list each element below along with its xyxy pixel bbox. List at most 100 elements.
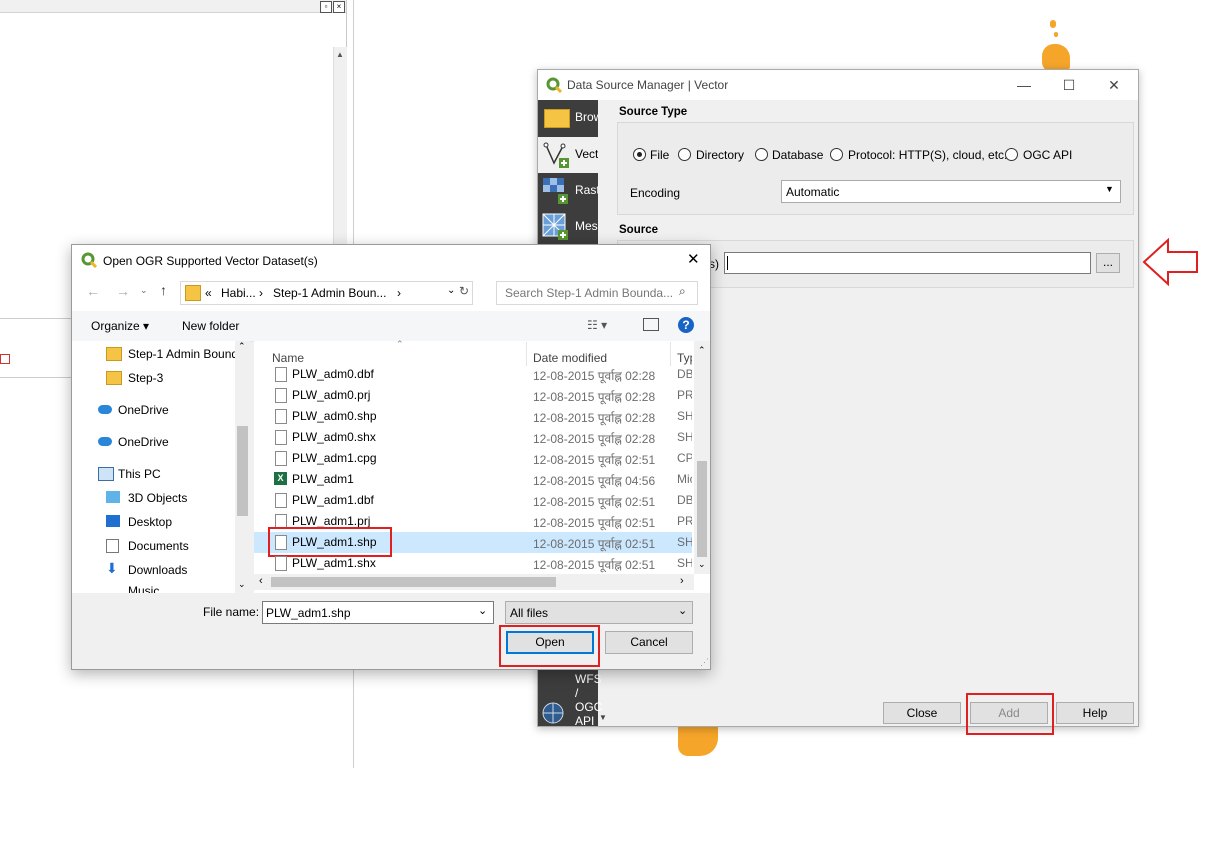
scroll-up-icon[interactable]: ⌃ [698,345,706,356]
nav-item-cut[interactable]: Music [128,584,168,593]
scroll-left-icon[interactable]: ‹ [259,575,263,587]
table-row[interactable]: PLW_adm1.shx 12-08-2015 पूर्वाह्न 02:51 SH… [254,553,692,574]
highlight-add [966,693,1054,735]
column-divider[interactable] [670,342,671,366]
refresh-icon[interactable]: ↻ [459,284,469,298]
filetype-select[interactable]: All files ⌄ [505,601,693,624]
file-date: 12-08-2015 पूर्वाह्न 02:28 [533,369,656,383]
resize-grip-icon[interactable]: ⋰ [700,657,709,668]
file-scrollbar-v[interactable]: ⌃ ⌄ [694,341,710,574]
radio-database-label: Database [772,148,824,162]
mesh-icon [542,213,568,240]
nav-item-label: Step-3 [128,371,164,385]
column-date[interactable]: Date modified [533,351,607,365]
encoding-label: Encoding [630,186,681,200]
annotation-arrow-icon [1142,238,1198,286]
table-row[interactable]: PLW_adm1.cpg 12-08-2015 पूर्वाह्न 02:51 CP… [254,448,692,469]
file-type: CPG [677,451,692,465]
back-icon[interactable]: ← [86,283,100,299]
column-name[interactable]: Name [272,351,304,365]
chevron-down-icon[interactable]: ⌄ [478,604,487,617]
radio-protocol[interactable] [830,148,843,161]
map-island [1054,32,1058,37]
radio-database[interactable] [755,148,768,161]
dialog-title: Open OGR Supported Vector Dataset(s) [103,254,318,268]
sidebar-item-browser[interactable]: Browser [538,100,598,136]
file-scrollbar-h[interactable]: ‹ › [254,574,694,590]
radio-directory[interactable] [678,148,691,161]
forward-icon[interactable]: → [116,283,130,299]
breadcrumb-part[interactable]: Step-1 Admin Boun... [273,286,386,300]
scroll-thumb[interactable] [237,426,248,516]
sidebar-scroll-down-icon[interactable]: ▼ [599,713,607,722]
file-type: SHP [677,409,692,423]
onedrive-icon [98,405,112,414]
radio-protocol-label: Protocol: HTTP(S), cloud, etc. [848,148,1008,162]
scroll-thumb[interactable] [697,461,707,557]
layer-icon [0,354,10,364]
open-file-dialog: Open OGR Supported Vector Dataset(s) ✕ ←… [71,244,711,670]
organize-button[interactable]: Organize ▾ [91,319,149,333]
column-divider[interactable] [526,342,527,366]
file-icon [275,556,287,571]
sidebar-item-mesh[interactable]: Mesh [538,209,598,245]
file-icon [275,430,287,445]
close-button[interactable]: Close [883,702,961,724]
sidebar-label: Mesh [575,219,598,233]
maximize-icon[interactable]: ☐ [1055,76,1083,94]
nav-item-label: Music [128,584,160,593]
view-options-icon[interactable]: ☷ ▾ [587,318,607,332]
desktop-icon [106,515,120,527]
close-icon[interactable]: ✕ [1100,76,1128,94]
cube-icon [106,491,120,503]
radio-file[interactable] [633,148,646,161]
scroll-thumb[interactable] [271,577,556,587]
recent-chevron-icon[interactable]: ⌄ [140,285,148,296]
scroll-down-icon[interactable]: ⌄ [698,559,706,570]
encoding-select[interactable]: Automatic ▼ [781,180,1121,203]
cancel-button[interactable]: Cancel [605,631,693,654]
address-bar[interactable]: « Habi... › Step-1 Admin Boun... › ⌄ ↻ [180,281,473,305]
table-row[interactable]: PLW_adm1.dbf 12-08-2015 पूर्वाह्न 02:51 DB… [254,490,692,511]
radio-ogc-api[interactable] [1005,148,1018,161]
nav-scrollbar[interactable]: ⌃ ⌄ [235,341,250,593]
up-icon[interactable]: ↑ [160,282,167,298]
browse-button[interactable]: ... [1096,253,1120,273]
column-type[interactable]: Type [677,351,692,365]
file-name: PLW_adm0.shx [292,430,376,444]
sort-up-icon: ⌃ [396,339,404,349]
source-path-input[interactable] [724,252,1091,274]
file-name: PLW_adm0.shp [292,409,377,423]
map-island [1050,20,1056,28]
file-type: PRJ [677,388,692,402]
close-panel-icon[interactable]: × [333,1,345,13]
scroll-down-icon[interactable]: ⌄ [238,579,246,590]
table-row[interactable]: PLW_adm0.prj 12-08-2015 पूर्वाह्न 02:28 PR… [254,385,692,406]
file-name: PLW_adm1.prj [292,514,371,528]
scroll-right-icon[interactable]: › [680,575,684,587]
search-input[interactable]: Search Step-1 Admin Bounda... ⌕ [496,281,698,305]
breadcrumb-part[interactable]: Habi... [221,286,256,300]
sidebar-item-raster[interactable]: Raster [538,173,598,209]
new-folder-button[interactable]: New folder [182,319,239,333]
file-date: 12-08-2015 पूर्वाह्न 02:51 [533,516,656,530]
documents-icon [106,539,119,553]
table-row[interactable]: PLW_adm0.shp 12-08-2015 पूर्वाह्न 02:28 SH… [254,406,692,427]
minimize-icon[interactable]: — [1010,76,1038,94]
file-name: PLW_adm1.dbf [292,493,374,507]
dialog-close-icon[interactable]: ✕ [687,250,700,268]
dsm-titlebar: Data Source Manager | Vector — ☐ ✕ [538,70,1138,100]
table-row[interactable]: X PLW_adm1 12-08-2015 पूर्वाह्न 04:56 Mic [254,469,692,490]
table-row[interactable]: PLW_adm0.dbf 12-08-2015 पूर्वाह्न 02:28 DB… [254,364,692,385]
sidebar-item-vector[interactable]: Vector [538,137,598,173]
scroll-up-icon[interactable]: ⌃ [238,341,246,352]
help-icon[interactable]: ? [678,317,694,333]
preview-pane-icon[interactable] [643,318,659,331]
filename-input[interactable]: PLW_adm1.shp ⌄ [262,601,494,624]
table-row[interactable]: PLW_adm0.shx 12-08-2015 पूर्वाह्न 02:28 SH… [254,427,692,448]
help-button[interactable]: Help [1056,702,1134,724]
float-panel-icon[interactable]: ▫ [320,1,332,13]
chevron-down-icon[interactable]: ⌄ [447,285,455,296]
file-name: PLW_adm1.shx [292,556,376,570]
filetype-value: All files [510,606,549,620]
